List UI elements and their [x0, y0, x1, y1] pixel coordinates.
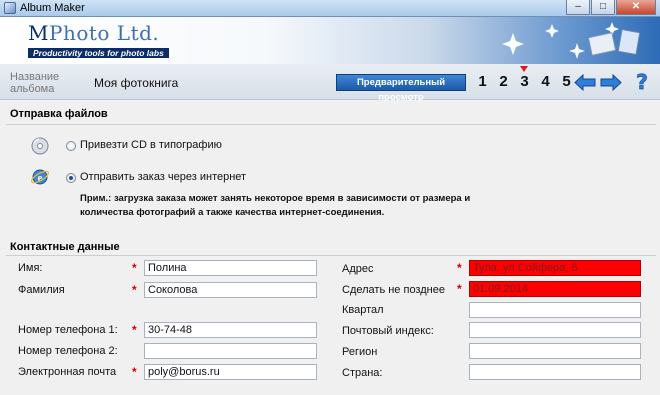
window-titlebar: Album Maker – □ ✕ [0, 0, 660, 17]
contacts-title: Контактные данные [10, 241, 120, 253]
close-button[interactable]: ✕ [616, 0, 656, 15]
required-mark: * [457, 261, 462, 275]
step-2[interactable]: 2 [493, 73, 514, 90]
postal-code-input[interactable] [469, 322, 641, 338]
sparkles-decoration-icon [502, 22, 640, 59]
phone-1-label: Номер телефона 1: [18, 324, 118, 336]
forward-arrow-icon[interactable] [600, 74, 622, 91]
svg-text:?: ? [636, 72, 648, 93]
address-label: Адрес [342, 263, 374, 275]
district-label: Квартал [342, 304, 384, 316]
first-name-input[interactable]: Полина [144, 260, 317, 276]
phone-1-input[interactable]: 30-74-48 [144, 322, 317, 338]
region-input[interactable] [469, 343, 641, 359]
option-internet-label[interactable]: Отправить заказ через интернет [80, 171, 246, 183]
radio-send-cd[interactable] [66, 141, 76, 151]
logo-tagline: Productivity tools for photo labs [28, 48, 169, 58]
first-name-label: Имя: [18, 262, 43, 274]
last-name-label: Фамилия [18, 284, 65, 296]
upload-note: Прим.: загрузка заказа может занять неко… [80, 193, 471, 218]
country-label: Страна: [342, 367, 383, 379]
help-icon[interactable]: ? [632, 72, 652, 93]
phone-2-label: Номер телефона 2: [18, 345, 118, 357]
step-indicator: 1 2 3 4 5 [472, 66, 577, 90]
step-3[interactable]: 3 [514, 66, 535, 90]
file-sending-title: Отправка файлов [10, 108, 108, 120]
email-label: Электронная почта [18, 366, 117, 378]
radio-send-internet[interactable] [66, 173, 76, 183]
deadline-label: Сделать не позднее [342, 284, 445, 296]
region-label: Регион [342, 346, 378, 358]
phone-2-input[interactable] [144, 343, 317, 359]
required-mark: * [132, 283, 137, 297]
back-arrow-icon[interactable] [574, 74, 596, 91]
company-logo: MPhoto Ltd. Productivity tools for photo… [28, 21, 169, 59]
required-mark: * [132, 323, 137, 337]
window-title: Album Maker [20, 2, 85, 14]
album-name-label: Название альбома [10, 71, 60, 95]
cd-disc-icon [31, 137, 49, 155]
required-mark: * [132, 365, 137, 379]
country-input[interactable] [469, 364, 641, 380]
preview-button[interactable]: Предварительный просмотр [336, 74, 466, 103]
required-mark: * [132, 261, 137, 275]
internet-explorer-icon: e [30, 169, 50, 185]
window-controls: – □ ✕ [566, 0, 656, 16]
step-4[interactable]: 4 [535, 73, 556, 90]
required-mark: * [457, 282, 462, 296]
step-1[interactable]: 1 [472, 73, 493, 90]
district-input[interactable] [469, 302, 641, 318]
section-divider [6, 124, 656, 125]
option-cd-label[interactable]: Привезти CD в типографию [80, 139, 222, 151]
maximize-button[interactable]: □ [591, 0, 615, 15]
album-name-value: Моя фотокнига [94, 76, 179, 90]
email-input[interactable]: poly@borus.ru [144, 364, 317, 380]
address-input[interactable]: Тула, ул.Сойфера, 6 [469, 260, 641, 276]
last-name-input[interactable]: Соколова [144, 282, 317, 298]
deadline-input[interactable]: 01.09.2014 [469, 281, 641, 297]
header-banner: MPhoto Ltd. Productivity tools for photo… [0, 17, 660, 64]
postal-code-label: Почтовый индекс: [342, 325, 434, 337]
section-divider [6, 255, 656, 256]
album-nav-bar: Название альбома Моя фотокнига Предварит… [0, 64, 660, 103]
app-icon [4, 2, 16, 14]
minimize-button[interactable]: – [566, 0, 590, 15]
